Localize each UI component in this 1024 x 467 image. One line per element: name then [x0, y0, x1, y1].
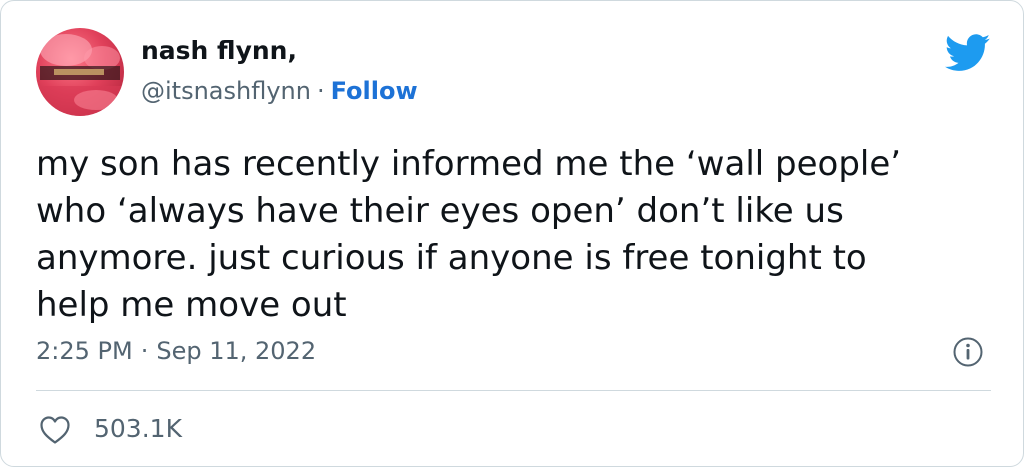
tweet-text-line: anymore. just curious if anyone is free … — [36, 238, 867, 278]
info-icon[interactable] — [952, 336, 984, 368]
timestamp-separator: · — [140, 337, 149, 365]
avatar[interactable] — [36, 28, 124, 116]
tweet-text-line: my son has recently informed me the ‘wal… — [36, 144, 902, 184]
follow-button[interactable]: Follow — [331, 77, 418, 105]
tweet-card: nash flynn, @itsnashflynn · Follow my son … — [0, 0, 1024, 467]
heart-icon[interactable] — [39, 415, 71, 445]
divider — [36, 390, 991, 391]
tweet-text-line: who ‘always have their eyes open’ don’t … — [36, 191, 844, 231]
twitter-bird-icon[interactable] — [945, 34, 991, 72]
handle-separator: · — [316, 77, 325, 105]
author-handle-row: @itsnashflynn · Follow — [141, 75, 418, 107]
tweet-text-line: help me move out — [36, 285, 347, 325]
tweet-text: my son has recently informed me the ‘wal… — [36, 141, 996, 329]
avatar-photo — [36, 34, 124, 116]
tweet-timestamp[interactable]: 2:25 PM · Sep 11, 2022 — [36, 334, 316, 368]
tweet-time: 2:25 PM — [36, 337, 133, 365]
like-count: 503.1K — [94, 414, 182, 443]
tweet-date: Sep 11, 2022 — [156, 337, 317, 365]
author-name[interactable]: nash flynn, — [141, 35, 297, 67]
author-handle[interactable]: @itsnashflynn — [141, 77, 311, 105]
